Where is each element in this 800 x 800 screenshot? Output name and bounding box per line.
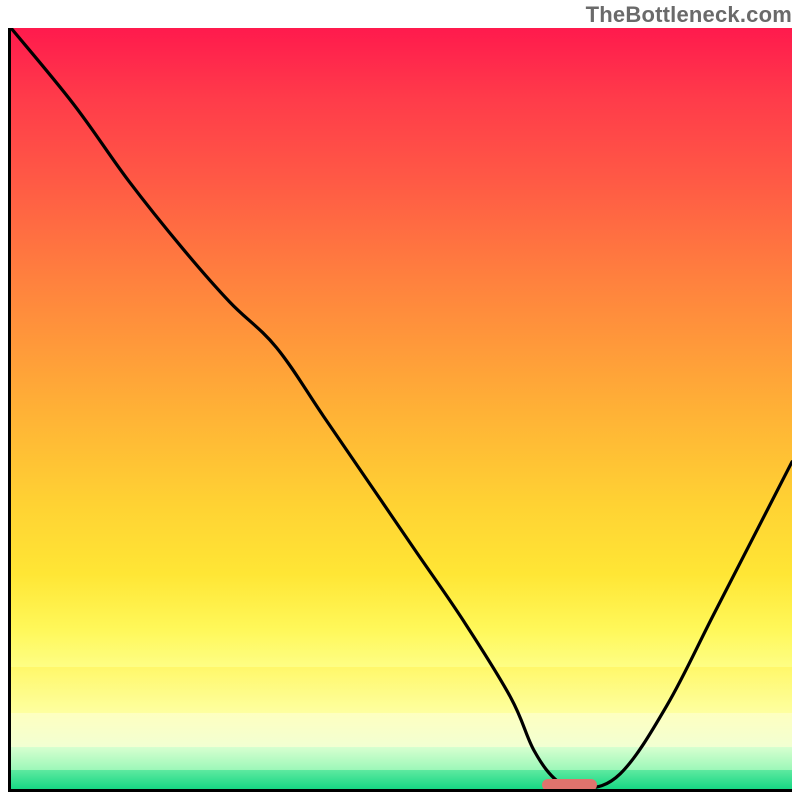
plot-area <box>8 28 792 792</box>
bottleneck-curve <box>11 28 792 789</box>
chart-frame: TheBottleneck.com <box>0 0 800 800</box>
watermark-text: TheBottleneck.com <box>586 2 792 28</box>
optimal-marker <box>542 779 597 791</box>
curve-path <box>11 28 792 789</box>
